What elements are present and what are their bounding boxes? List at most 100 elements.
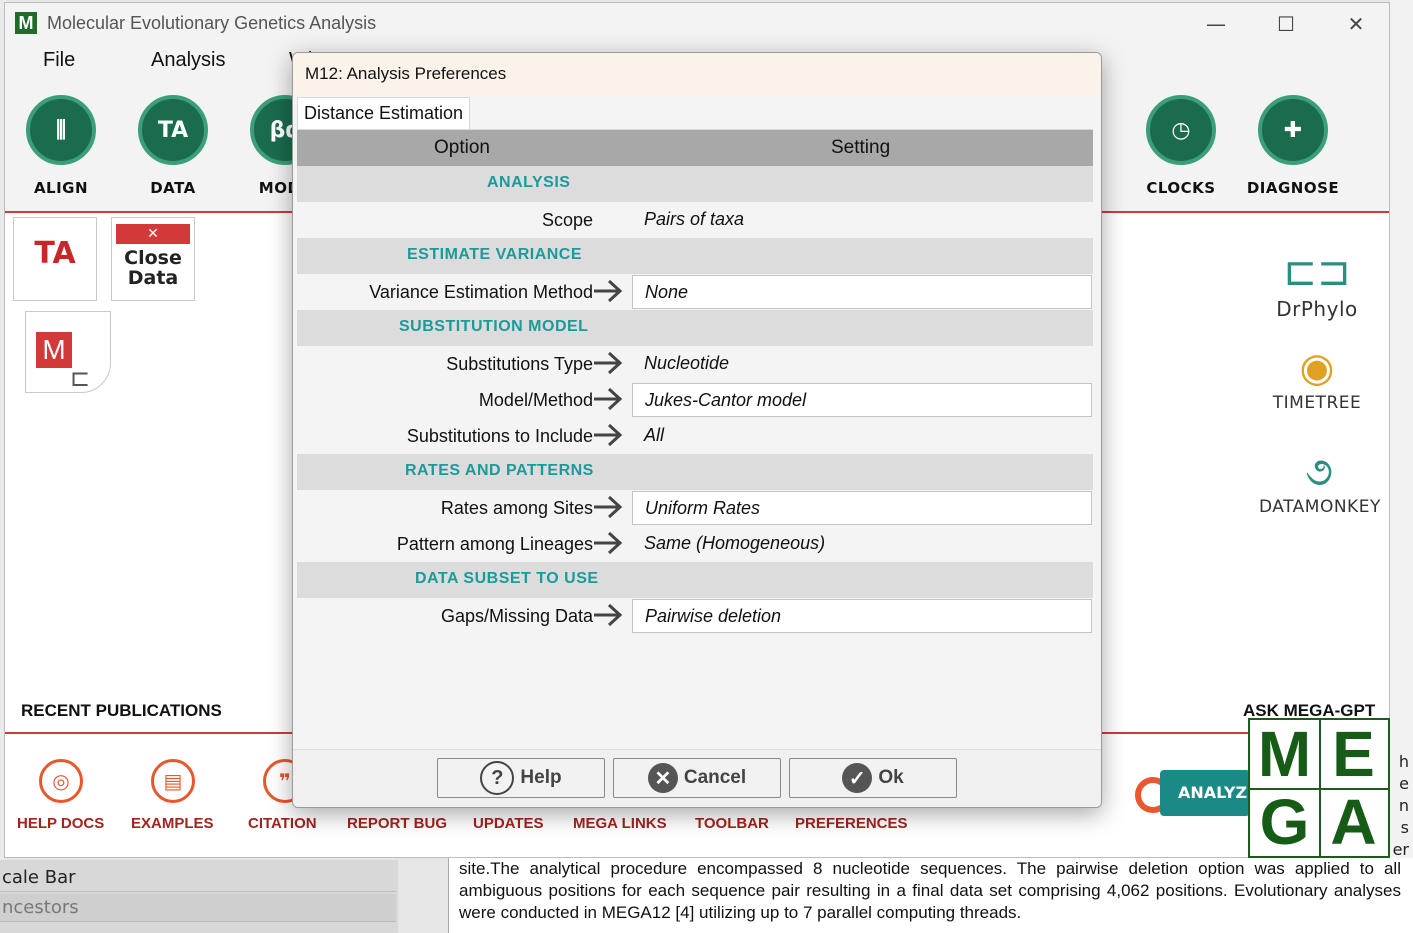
analysis-preferences-dialog: M12: Analysis Preferences Distance Estim… — [292, 52, 1102, 808]
help-docs-link[interactable]: HELP DOCS — [17, 815, 104, 832]
maximize-icon[interactable]: ☐ — [1271, 11, 1301, 37]
setting-value[interactable]: Uniform Rates — [632, 491, 1092, 525]
cancel-button[interactable]: ✕ Cancel — [613, 758, 781, 798]
section-label: ESTIMATE VARIANCE — [407, 246, 583, 263]
m-badge-icon: M — [36, 332, 72, 368]
help-docs-icon[interactable]: ◎ — [39, 759, 83, 803]
timetree-icon: ◉ — [1299, 345, 1335, 391]
arrow-right-icon — [594, 351, 623, 375]
clock-icon: ◷ — [1146, 95, 1216, 165]
option-row[interactable]: Gaps/Missing Data Pairwise deletion — [297, 598, 1093, 634]
toolbar-link[interactable]: TOOLBAR — [695, 815, 769, 832]
option-row[interactable]: Model/Method Jukes-Cantor model — [297, 382, 1093, 418]
data-icon: TA — [138, 95, 208, 165]
report-bug-link[interactable]: REPORT BUG — [347, 815, 447, 832]
dialog-button-bar: ? Help ✕ Cancel ✓ Ok — [293, 749, 1101, 807]
align-button[interactable]: ⫼ ALIGN — [11, 95, 111, 197]
option-label: Substitutions Type — [446, 354, 593, 374]
dialog-title-bar[interactable]: M12: Analysis Preferences — [293, 53, 1101, 95]
app-title: Molecular Evolutionary Genetics Analysis — [47, 13, 377, 33]
option-row[interactable]: Scope Pairs of taxa — [297, 202, 1093, 238]
setting-value[interactable]: All — [632, 419, 1092, 453]
section-label: ANALYSIS — [487, 174, 571, 191]
menu-analysis[interactable]: Analysis — [151, 49, 225, 72]
close-data-label: Close Data — [124, 247, 182, 289]
mega-logo: M E G A — [1248, 718, 1390, 858]
tab-distance-estimation[interactable]: Distance Estimation — [297, 97, 471, 130]
edge-letter: h — [1398, 752, 1409, 771]
option-label: Gaps/Missing Data — [440, 606, 593, 626]
data-button[interactable]: TA DATA — [123, 95, 223, 197]
datamonkey-button[interactable]: ૭ DATAMONKEY — [1259, 447, 1380, 517]
timetree-label: TIMETREE — [1272, 393, 1362, 413]
setting-value[interactable]: Pairwise deletion — [632, 599, 1092, 633]
setting-value[interactable]: Jukes-Cantor model — [632, 383, 1092, 417]
clocks-label: CLOCKS — [1146, 179, 1216, 197]
drphylo-label: DrPhylo — [1276, 297, 1358, 321]
grid-header: Option Setting — [297, 130, 1093, 166]
help-label: Help — [520, 767, 562, 788]
option-label: Variance Estimation Method — [369, 282, 593, 302]
examples-icon[interactable]: ▤ — [151, 759, 195, 803]
option-column-header: Option — [434, 137, 490, 158]
option-row[interactable]: Rates among Sites Uniform Rates — [297, 490, 1093, 526]
citation-link[interactable]: CITATION — [248, 815, 317, 832]
drphylo-icon: ⊏⊐ — [1283, 249, 1351, 295]
updates-link[interactable]: UPDATES — [473, 815, 544, 832]
analyze-button[interactable]: ANALYZ — [1160, 770, 1250, 816]
option-label: Scope — [541, 210, 593, 230]
close-icon[interactable]: ✕ — [1341, 11, 1371, 37]
option-row[interactable]: Substitutions Type Nucleotide — [297, 346, 1093, 382]
section-label: SUBSTITUTION MODEL — [399, 318, 589, 335]
mega-links-link[interactable]: MEGA LINKS — [573, 815, 667, 832]
tree-options-panel: cale Bar ncestors — [0, 860, 398, 933]
minimize-icon[interactable]: — — [1201, 11, 1231, 37]
recent-publications-title: RECENT PUBLICATIONS — [21, 701, 222, 720]
setting-value[interactable]: None — [632, 275, 1092, 309]
arrow-right-icon — [594, 603, 623, 627]
clocks-button[interactable]: ◷ CLOCKS — [1131, 95, 1231, 197]
x-circle-icon: ✕ — [647, 763, 678, 793]
option-row[interactable]: Pattern among Lineages Same (Homogeneous) — [297, 526, 1093, 562]
close-data-button[interactable]: ✕ Close Data — [111, 217, 195, 301]
option-row[interactable]: Variance Estimation Method None — [297, 274, 1093, 310]
close-x-icon: ✕ — [116, 224, 190, 244]
logo-letter: A — [1330, 786, 1377, 858]
logo-letter: E — [1319, 718, 1388, 790]
option-label: Model/Method — [478, 390, 593, 410]
option-label: Rates among Sites — [440, 498, 593, 518]
arrow-right-icon — [594, 495, 623, 519]
edge-letter: n — [1398, 796, 1409, 815]
option-row[interactable]: Substitutions to Include All — [297, 418, 1093, 454]
drphylo-button[interactable]: ⊏⊐ DrPhylo — [1257, 247, 1377, 321]
help-button[interactable]: ? Help — [437, 758, 605, 798]
datamonkey-icon: ૭ — [1305, 449, 1333, 495]
open-data-button[interactable]: TA — [13, 217, 97, 301]
diagnose-label: DIAGNOSE — [1246, 179, 1340, 197]
ok-button[interactable]: ✓ Ok — [789, 758, 957, 798]
examples-link[interactable]: EXAMPLES — [131, 815, 214, 832]
option-label: Pattern among Lineages — [396, 534, 593, 554]
setting-value[interactable]: Same (Homogeneous) — [632, 527, 1092, 561]
align-label: ALIGN — [33, 179, 89, 197]
edge-letter: s — [1400, 818, 1409, 837]
ok-label: Ok — [878, 767, 904, 788]
caption-panel: site.The analytical procedure encompasse… — [448, 858, 1413, 933]
section-row: ESTIMATE VARIANCE — [297, 238, 1093, 274]
diagnose-button[interactable]: ✚ DIAGNOSE — [1243, 95, 1343, 197]
tree-option-row[interactable]: cale Bar — [0, 864, 396, 892]
setting-value[interactable]: Nucleotide — [632, 347, 1092, 381]
tree-option-row[interactable]: ncestors — [0, 894, 396, 922]
section-row: SUBSTITUTION MODEL — [297, 310, 1093, 346]
section-label: RATES AND PATTERNS — [405, 462, 594, 479]
right-window-edge: h e n s er — [1390, 0, 1413, 933]
data-label: DATA — [150, 179, 196, 197]
logo-letter: G — [1250, 786, 1321, 858]
menu-file[interactable]: File — [43, 49, 75, 72]
arrow-right-icon — [594, 423, 623, 447]
timetree-button[interactable]: ◉ TIMETREE — [1257, 343, 1377, 413]
setting-value[interactable]: Pairs of taxa — [632, 203, 1092, 237]
section-row: ANALYSIS — [297, 166, 1093, 202]
mega-session-icon[interactable]: M ⊏ — [25, 311, 111, 393]
preferences-link[interactable]: PREFERENCES — [795, 815, 908, 832]
